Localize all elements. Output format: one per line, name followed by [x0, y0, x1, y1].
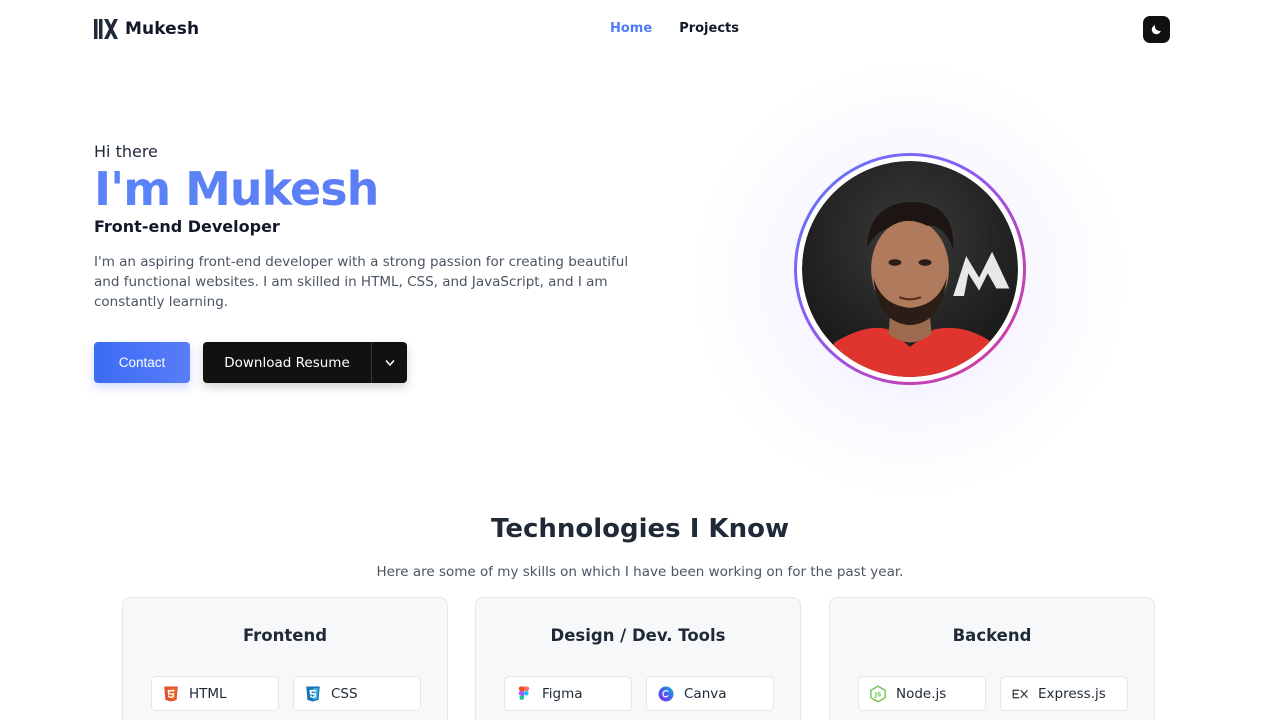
html5-icon: [164, 686, 178, 701]
tech-chip-nodejs[interactable]: JS Node.js: [858, 676, 986, 711]
tech-chip-canva[interactable]: Canva: [646, 676, 774, 711]
card-title: Frontend: [242, 626, 328, 645]
svg-text:JS: JS: [874, 691, 882, 698]
download-resume-split-button: Download Resume: [203, 342, 407, 383]
contact-button[interactable]: Contact: [94, 342, 190, 383]
hero-bio: I'm an aspiring front-end developer with…: [94, 254, 629, 310]
tech-chip-label: Node.js: [896, 685, 947, 702]
tech-chip-html[interactable]: HTML: [151, 676, 279, 711]
card-title: Backend: [952, 626, 1032, 645]
resume-dropdown-button[interactable]: [372, 342, 407, 383]
css3-icon: [306, 686, 320, 701]
top-navbar: Mukesh Home Projects: [0, 0, 1280, 58]
avatar-ring: [794, 153, 1026, 385]
tech-chip-label: Canva: [684, 685, 727, 702]
hero-role: Front-end Developer: [94, 217, 280, 236]
logo-text: Mukesh: [125, 19, 200, 39]
nav-link-projects[interactable]: Projects: [679, 21, 739, 36]
tech-chip-expressjs[interactable]: Express.js: [1000, 676, 1128, 711]
hero-name: I'm Mukesh: [94, 163, 654, 215]
nav-link-home[interactable]: Home: [610, 21, 652, 36]
technologies-subtitle: Here are some of my skills on which I ha…: [376, 564, 904, 580]
tech-chip-figma[interactable]: Figma: [504, 676, 632, 711]
express-icon: [1012, 689, 1028, 698]
chevron-down-icon: [385, 359, 394, 366]
moon-icon: [1151, 25, 1161, 35]
tech-chip-css[interactable]: CSS: [293, 676, 421, 711]
logo[interactable]: Mukesh: [94, 18, 199, 40]
tech-chip-label: HTML: [189, 685, 227, 702]
hero-buttons: Contact Download Resume: [94, 342, 407, 383]
canva-icon: [658, 686, 674, 701]
download-resume-button[interactable]: Download Resume: [203, 342, 371, 383]
profile-photo: [802, 161, 1018, 377]
figma-icon: [518, 686, 530, 700]
tech-card-frontend: Frontend HTML CSS: [122, 597, 448, 720]
tech-card-design-dev-tools: Design / Dev. Tools Figma Canva: [475, 597, 801, 720]
tech-chip-label: CSS: [331, 685, 358, 702]
tech-chip-label: Express.js: [1038, 685, 1106, 702]
theme-toggle-button[interactable]: [1143, 16, 1170, 43]
tech-card-backend: Backend JS Node.js Express.js: [829, 597, 1155, 720]
tech-chip-label: Figma: [542, 685, 583, 702]
nodejs-icon: JS: [870, 684, 886, 703]
hero-intro: Hi there I'm Mukesh Front-end Developer …: [94, 142, 654, 312]
card-title: Design / Dev. Tools: [550, 626, 726, 645]
technologies-title: Technologies I Know: [491, 514, 789, 544]
hero-greeting: Hi there: [94, 142, 158, 161]
logo-mark-icon: [94, 19, 118, 39]
nav-links: Home Projects: [610, 21, 739, 36]
